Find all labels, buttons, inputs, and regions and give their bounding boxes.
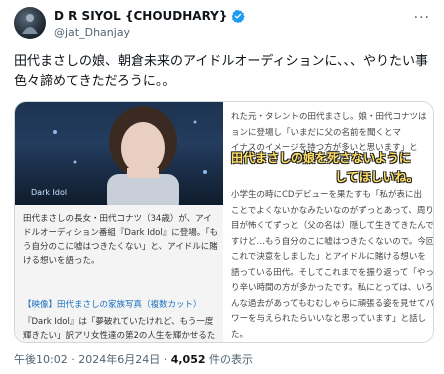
tweet-time[interactable]: 午後10:02 (14, 353, 68, 366)
more-icon[interactable]: ··· (414, 10, 430, 26)
article-line: 目が怖くてずっと（父の名は）隠して生きてきたんです (231, 221, 433, 231)
article-line: ワーを与えられたらいいなと思っています」と話し (231, 314, 427, 324)
highlight-caption-2: してほしいね。 (335, 170, 419, 184)
article-line: んな過去があってもむむしゃらに頑張る姿を見せてパ (231, 298, 433, 309)
tweet-date[interactable]: 2024年6月24日 (78, 353, 160, 366)
news-photo: Dark Idol (15, 102, 223, 205)
tweet-text: 田代まさしの娘、朝倉未来のアイドルオーディションに、、、やりたい事 色々諦めてき… (14, 54, 429, 89)
views-label: 件の表示 (205, 353, 253, 366)
views-count: 4,052 (170, 353, 206, 366)
news-body-text: 田代まさしの長女・田代コナツ（34歳）が、アイドルオーディション番組『Dark … (23, 214, 218, 266)
article-line: れた元・タレントの田代まさし。娘・田代コナツは (231, 112, 427, 122)
highlight-caption-1: 田代まさしの娘を死さないように (231, 151, 411, 165)
media-image-right[interactable]: れた元・タレントの田代まさし。娘・田代コナツは ョンに登場し「いまだに父の名前を… (225, 102, 433, 342)
verified-badge-icon (232, 9, 246, 23)
article-line: これで決意をしました」とアイドルに賭ける想いを (231, 252, 426, 262)
author-handle[interactable]: @jat_Dhanjay (54, 26, 130, 39)
meta-separator: · (67, 353, 79, 366)
meta-separator: · (160, 353, 171, 366)
article-line: ことでよくないかなみたいなのがずっとあって、周りの (231, 205, 433, 216)
article-text-bottom: 小学生の時にCDデビューを果たすも「私が表に出 ことでよくないかなみたいなのがず… (231, 188, 433, 342)
tweet-media[interactable]: Dark Idol 田代まさしの長女・田代コナツ（34歳）が、アイドルオーディシ… (14, 101, 434, 343)
author-name[interactable]: D R SIYOL {CHOUDHARY} (54, 9, 227, 23)
article-line: ョンに登場し「いまだに父の名前を聞くとマ (231, 127, 402, 138)
avatar-figure-icon (22, 14, 38, 34)
article-line: 語っている田代。そしてこれまでを振り返って「やっぱ (231, 267, 433, 278)
avatar[interactable] (14, 7, 46, 39)
article-line: すけど…もう自分のこに嘘はつきたくないので。今回 (231, 236, 433, 247)
photo-caption: Dark Idol (31, 188, 68, 197)
tweet-meta: 午後10:02 · 2024年6月24日 · 4,052 件の表示 (14, 351, 253, 367)
media-image-left[interactable]: Dark Idol 田代まさしの長女・田代コナツ（34歳）が、アイドルオーディシ… (15, 102, 225, 342)
article-line: た。 (231, 329, 249, 340)
article-line: 小学生の時にCDデビューを果たすも「私が表に出 (231, 190, 422, 200)
news-body-text-2: 『Dark Idol』は「夢破れていたけれど、もう一度輝きたい」訳アリ女性達の第… (23, 317, 216, 341)
news-link: 【映像】田代まさしの家族写真（複数カット） (23, 300, 202, 310)
article-line: り辛い時間の方が多かったです。私にとっては、いろ (231, 283, 433, 293)
